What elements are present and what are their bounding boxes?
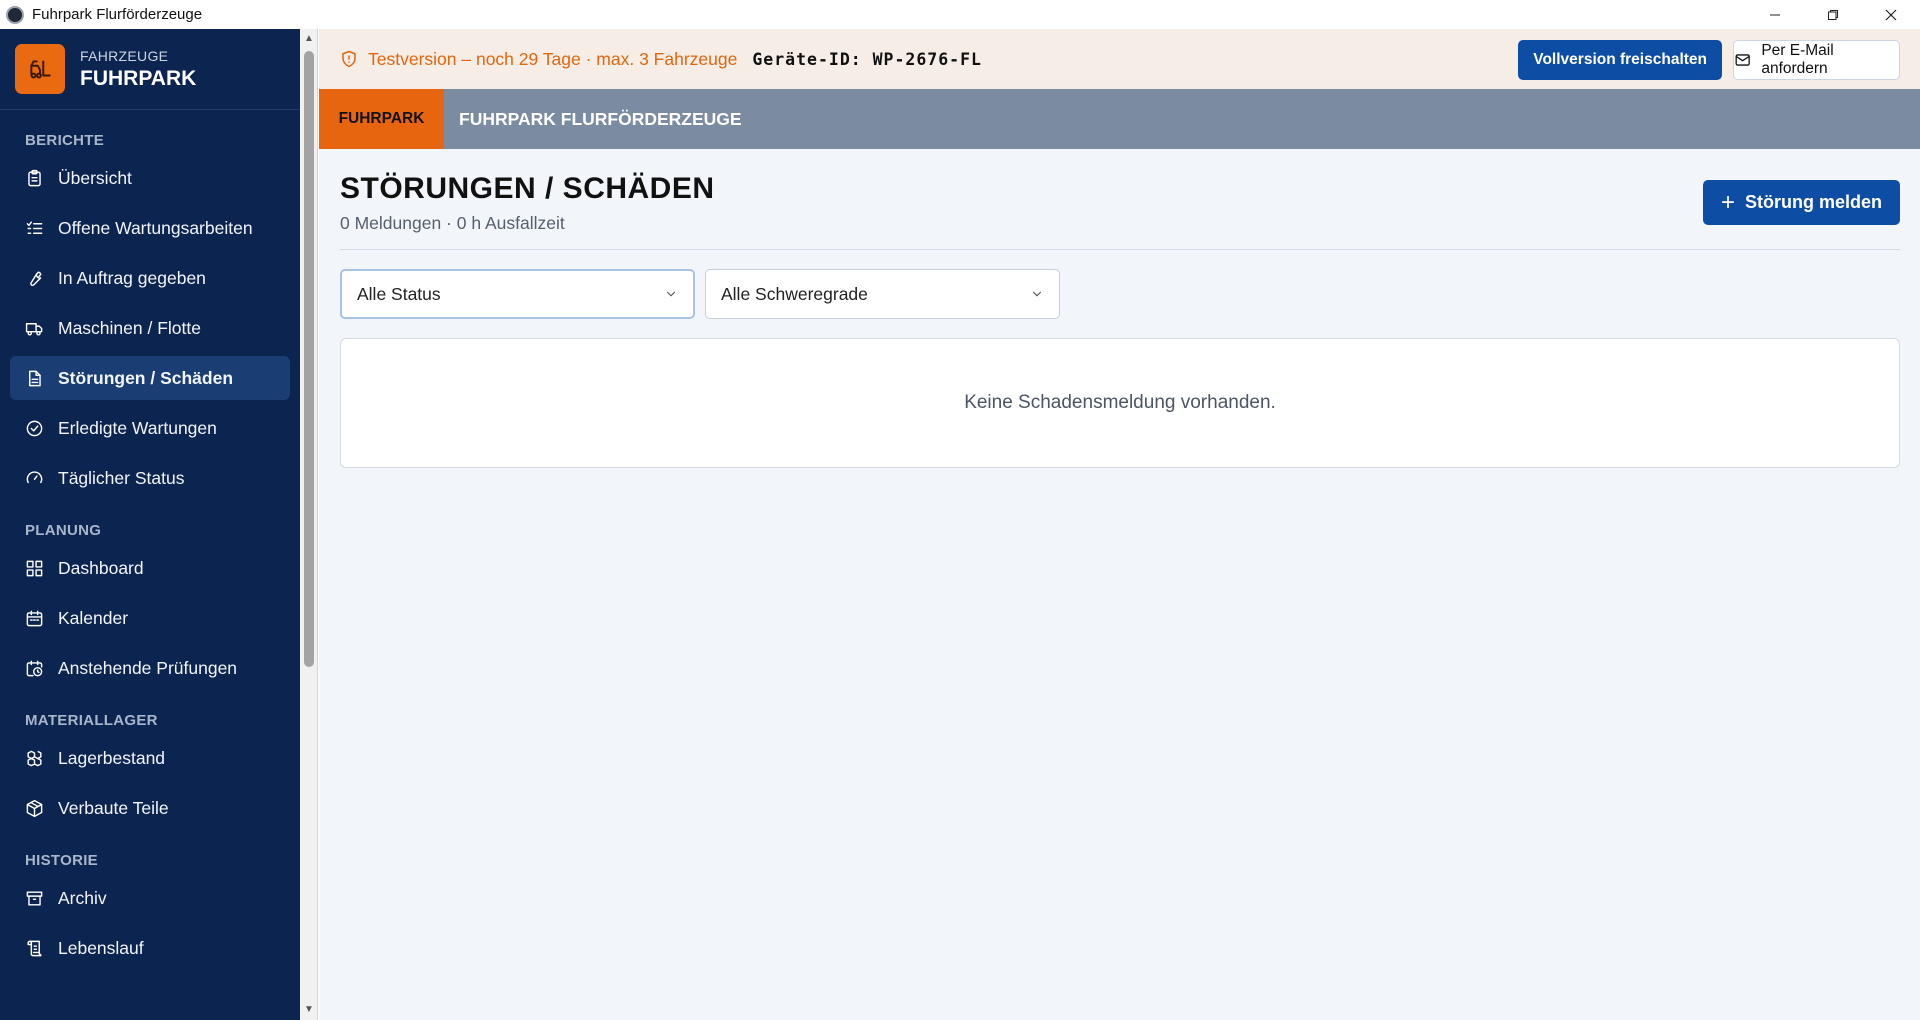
sidebar-item-label: Erledigte Wartungen xyxy=(58,417,217,438)
check-circle-icon xyxy=(26,420,43,436)
page-subtitle: 0 Meldungen · 0 h Ausfallzeit xyxy=(340,213,565,233)
window-controls xyxy=(1746,0,1920,29)
trial-banner: Testversion – noch 29 Tage · max. 3 Fahr… xyxy=(319,29,1920,89)
sidebar-item-in-auftrag-gegeben[interactable]: In Auftrag gegeben xyxy=(10,256,290,300)
report-issue-button[interactable]: + Störung melden xyxy=(1703,180,1900,225)
device-id: Geräte-ID: WP-2676-FL xyxy=(752,49,982,69)
sidebar-item-erledigte-wartungen[interactable]: Erledigte Wartungen xyxy=(10,406,290,450)
nav-section-title: MATERIALLAGER xyxy=(25,712,158,729)
scroll-up-icon[interactable]: ▲ xyxy=(303,33,315,45)
package-icon xyxy=(26,799,43,817)
sidebar-item-label: Lebenslauf xyxy=(58,937,144,958)
checklist-icon xyxy=(26,220,43,234)
clipboard-icon xyxy=(28,169,41,186)
sidebar-item-offene-wartungsarbeiten[interactable]: Offene Wartungsarbeiten xyxy=(10,206,290,250)
grid-icon xyxy=(26,560,43,576)
sidebar-item-lagerbestand[interactable]: Lagerbestand xyxy=(10,736,290,780)
shield-alert-icon xyxy=(342,50,356,68)
sidebar-item-label: Übersicht xyxy=(58,167,132,188)
nav-section-title: HISTORIE xyxy=(25,852,98,869)
severity-filter-value: Alle Schweregrade xyxy=(721,283,868,304)
scroll-thumb[interactable] xyxy=(304,51,314,667)
sidebar-item-label: Anstehende Prüfungen xyxy=(58,657,238,678)
page-content: STÖRUNGEN / SCHÄDEN 0 Meldungen · 0 h Au… xyxy=(319,149,1920,468)
restore-button[interactable] xyxy=(1804,0,1862,29)
brand-subtitle: FAHRZEUGE xyxy=(80,47,169,64)
brand[interactable]: FAHRZEUGE FUHRPARK xyxy=(0,29,300,110)
sidebar-item-label: Archiv xyxy=(58,887,107,908)
sidebar-item-uebersicht[interactable]: Übersicht xyxy=(10,156,290,200)
calendar-icon xyxy=(26,610,43,626)
scroll-icon xyxy=(27,940,42,956)
wrench-icon xyxy=(30,270,42,286)
window-titlebar: Fuhrpark Flurförderzeuge xyxy=(0,0,1920,29)
sidebar-item-label: Kalender xyxy=(58,607,129,628)
brand-title: FUHRPARK xyxy=(80,66,197,90)
filters: Alle Status Alle Schweregrade xyxy=(340,269,1900,319)
sidebar-item-lebenslauf[interactable]: Lebenslauf xyxy=(10,926,290,970)
main-area: Testversion – noch 29 Tage · max. 3 Fahr… xyxy=(319,29,1920,1020)
sidebar-item-kalender[interactable]: Kalender xyxy=(10,596,290,640)
trial-text: Testversion – noch 29 Tage · max. 3 Fahr… xyxy=(368,48,738,69)
request-email-button[interactable]: Per E-Mail anfordern xyxy=(1733,40,1900,80)
minimize-button[interactable] xyxy=(1746,0,1804,29)
archive-icon xyxy=(26,890,43,906)
truck-icon xyxy=(25,322,43,336)
sidebar-item-verbaute-teile[interactable]: Verbaute Teile xyxy=(10,786,290,830)
scroll-down-icon[interactable]: ▼ xyxy=(303,1004,315,1016)
sidebar-item-dashboard[interactable]: Dashboard xyxy=(10,546,290,590)
sidebar: FAHRZEUGE FUHRPARK BERICHTE Übersicht Of… xyxy=(0,29,300,1020)
empty-state-card: Keine Schadensmeldung vorhanden. xyxy=(340,338,1900,468)
gauge-icon xyxy=(26,470,43,483)
sidebar-item-taeglicher-status[interactable]: Täglicher Status xyxy=(10,456,290,500)
plus-icon: + xyxy=(1720,188,1735,216)
sidebar-item-label: Maschinen / Flotte xyxy=(58,317,201,338)
sidebar-item-label: Lagerbestand xyxy=(58,747,166,768)
status-filter-select[interactable]: Alle Status xyxy=(340,269,695,319)
topnav-title: FUHRPARK FLURFÖRDERZEUGE xyxy=(459,108,742,129)
tab-fuhrpark[interactable]: FUHRPARK xyxy=(319,89,444,149)
boxes-icon xyxy=(27,750,42,766)
nav-section-historie: HISTORIE Archiv Lebenslauf xyxy=(0,846,300,970)
sidebar-item-label: Verbaute Teile xyxy=(58,797,169,818)
forklift-logo-icon xyxy=(15,44,65,94)
sidebar-item-anstehende-pruefungen[interactable]: Anstehende Prüfungen xyxy=(10,646,290,690)
status-filter-value: Alle Status xyxy=(357,283,441,304)
page-title: STÖRUNGEN / SCHÄDEN xyxy=(340,172,715,205)
sidebar-item-maschinen-flotte[interactable]: Maschinen / Flotte xyxy=(10,306,290,350)
sidebar-item-label: Dashboard xyxy=(58,557,144,578)
sidebar-item-archiv[interactable]: Archiv xyxy=(10,876,290,920)
severity-filter-select[interactable]: Alle Schweregrade xyxy=(705,269,1060,319)
sidebar-item-label: Täglicher Status xyxy=(58,467,185,488)
calendar-clock-icon xyxy=(26,660,43,676)
nav-section-planung: PLANUNG Dashboard Kalender Anstehende Pr… xyxy=(0,516,300,690)
sidebar-item-label: Offene Wartungsarbeiten xyxy=(58,217,253,238)
request-email-label: Per E-Mail anfordern xyxy=(1761,42,1834,77)
document-icon xyxy=(29,370,41,386)
top-navigation: FUHRPARK FUHRPARK FLURFÖRDERZEUGE xyxy=(319,89,1920,149)
nav-section-title: PLANUNG xyxy=(25,522,102,539)
chevron-down-icon xyxy=(1032,291,1042,297)
sidebar-item-stoerungen-schaeden[interactable]: Störungen / Schäden xyxy=(10,356,290,400)
sidebar-scrollbar[interactable]: ▲ ▼ xyxy=(300,29,318,1020)
sidebar-item-label: In Auftrag gegeben xyxy=(58,267,206,288)
empty-state-message: Keine Schadensmeldung vorhanden. xyxy=(964,392,1276,413)
chevron-down-icon xyxy=(666,291,676,297)
divider xyxy=(340,249,1900,250)
app-icon xyxy=(6,5,24,24)
close-button[interactable] xyxy=(1862,0,1920,29)
mail-icon xyxy=(1735,54,1750,66)
nav-section-materiallager: MATERIALLAGER Lagerbestand Verbaute Teil… xyxy=(0,706,300,830)
unlock-full-version-button[interactable]: Vollversion freischalten xyxy=(1518,40,1722,80)
window-title: Fuhrpark Flurförderzeuge xyxy=(32,6,203,23)
nav-section-berichte: BERICHTE Übersicht Offene Wartungsarbeit… xyxy=(0,126,300,500)
sidebar-item-label: Störungen / Schäden xyxy=(58,367,234,388)
nav-section-title: BERICHTE xyxy=(25,132,105,149)
report-issue-label: Störung melden xyxy=(1745,192,1883,212)
